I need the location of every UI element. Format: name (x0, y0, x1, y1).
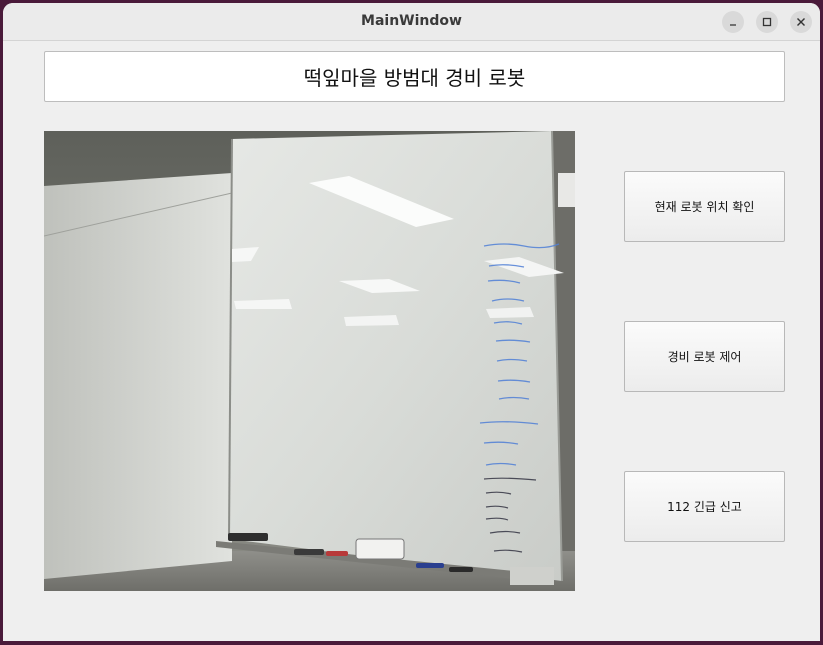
window-title: MainWindow (361, 13, 462, 29)
close-button[interactable] (790, 11, 812, 33)
emergency-report-button[interactable]: 112 긴급 신고 (624, 471, 785, 542)
maximize-icon (762, 17, 772, 27)
page-title: 떡잎마을 방범대 경비 로봇 (44, 51, 785, 102)
check-robot-location-button[interactable]: 현재 로봇 위치 확인 (624, 171, 785, 242)
camera-image (44, 131, 575, 591)
minimize-icon (730, 24, 736, 26)
minimize-button[interactable] (722, 11, 744, 33)
close-icon (797, 18, 805, 26)
title-bar[interactable]: MainWindow (3, 3, 820, 41)
camera-feed (44, 131, 575, 591)
main-window: MainWindow 떡잎마을 방범대 경비 로봇 현재 로봇 위치 확인 경비… (3, 3, 820, 641)
robot-control-button[interactable]: 경비 로봇 제어 (624, 321, 785, 392)
maximize-button[interactable] (756, 11, 778, 33)
